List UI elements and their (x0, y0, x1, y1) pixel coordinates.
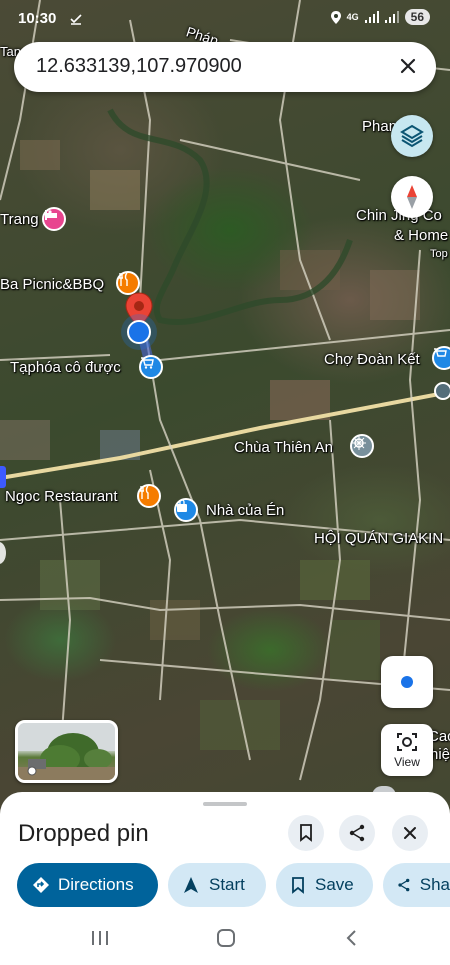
share-icon (349, 824, 365, 842)
signal-icon-2 (384, 11, 399, 23)
shopping-bag-poi-icon[interactable] (174, 498, 198, 522)
restaurant-poi-icon-2[interactable] (137, 484, 161, 508)
signal-icon (364, 11, 379, 23)
save-bookmark-button[interactable] (288, 815, 324, 851)
navigation-arrow-icon (184, 877, 198, 893)
status-icons: 4G 56 (330, 9, 430, 25)
current-location-dot[interactable] (127, 320, 151, 344)
compass-button[interactable] (391, 176, 433, 218)
bus-stop-icon[interactable] (434, 382, 450, 400)
bookmark-icon (300, 824, 312, 842)
map-label-trang[interactable]: Trang (0, 211, 39, 228)
home-icon[interactable] (216, 928, 236, 948)
share-label: Sha (419, 875, 450, 894)
system-navigation-bar (0, 915, 450, 965)
start-label: Start (209, 875, 245, 894)
my-location-button[interactable] (381, 656, 433, 708)
status-time: 10:30 (18, 10, 57, 27)
place-title: Dropped pin (18, 820, 149, 847)
share-button[interactable] (339, 815, 375, 851)
bookmark-icon (292, 876, 304, 894)
view-button[interactable]: View (381, 724, 433, 776)
map-label-taphoa[interactable]: Tạphóa cô được (10, 359, 121, 376)
share-chip-button[interactable]: Sha (383, 863, 450, 907)
layers-icon (400, 124, 424, 148)
my-location-icon (401, 676, 413, 688)
close-icon (404, 827, 416, 839)
map-label-hie[interactable]: hiệ (430, 746, 450, 763)
map-label-picnic[interactable]: Ba Picnic&BBQ (0, 276, 104, 293)
battery-level: 56 (404, 9, 430, 25)
search-input[interactable]: 12.633139,107.970900 (36, 55, 242, 78)
close-sheet-button[interactable] (392, 815, 428, 851)
map-label-ngoc-restaurant[interactable]: Ngoc Restaurant (5, 488, 118, 505)
directions-label: Directions (58, 875, 134, 894)
back-icon[interactable] (344, 929, 358, 947)
status-bar: 10:30 4G 56 (0, 0, 450, 38)
shopping-cart-poi-icon-2[interactable] (432, 346, 450, 370)
shopping-cart-poi-icon[interactable] (139, 355, 163, 379)
map-label-chua-thien-an[interactable]: Chùa Thiên An (234, 439, 333, 456)
directions-icon (33, 877, 49, 893)
start-button[interactable]: Start (168, 863, 266, 907)
map-label-hoi-quan[interactable]: HỘI QUÁN GIAKIN (314, 530, 443, 547)
layers-button[interactable] (391, 115, 433, 157)
camera-view-icon (397, 733, 417, 751)
directions-button[interactable]: Directions (17, 863, 158, 907)
download-complete-icon (70, 14, 82, 25)
network-type: 4G (346, 12, 359, 22)
share-icon (398, 878, 410, 892)
street-view-image (18, 723, 115, 780)
search-bar[interactable]: 12.633139,107.970900 (14, 42, 436, 92)
edge-blue-marker[interactable] (0, 466, 6, 488)
save-button[interactable]: Save (276, 863, 373, 907)
save-label: Save (315, 875, 354, 894)
temple-poi-icon[interactable] (350, 434, 374, 458)
map-label-top[interactable]: Top (430, 248, 448, 260)
map-label-cho-doan-ket[interactable]: Chợ Đoàn Kết (324, 351, 420, 368)
hotel-poi-icon[interactable] (42, 207, 66, 231)
compass-icon (407, 185, 417, 209)
recent-apps-icon[interactable] (90, 929, 110, 947)
map-label-home[interactable]: & Home (394, 227, 448, 244)
location-icon (330, 10, 341, 24)
street-view-thumbnail[interactable] (15, 720, 118, 783)
map-label-nha-cua-en[interactable]: Nhà của Én (206, 502, 284, 519)
view-label: View (394, 755, 420, 769)
sheet-drag-handle[interactable] (203, 802, 247, 806)
close-icon[interactable] (394, 52, 422, 80)
